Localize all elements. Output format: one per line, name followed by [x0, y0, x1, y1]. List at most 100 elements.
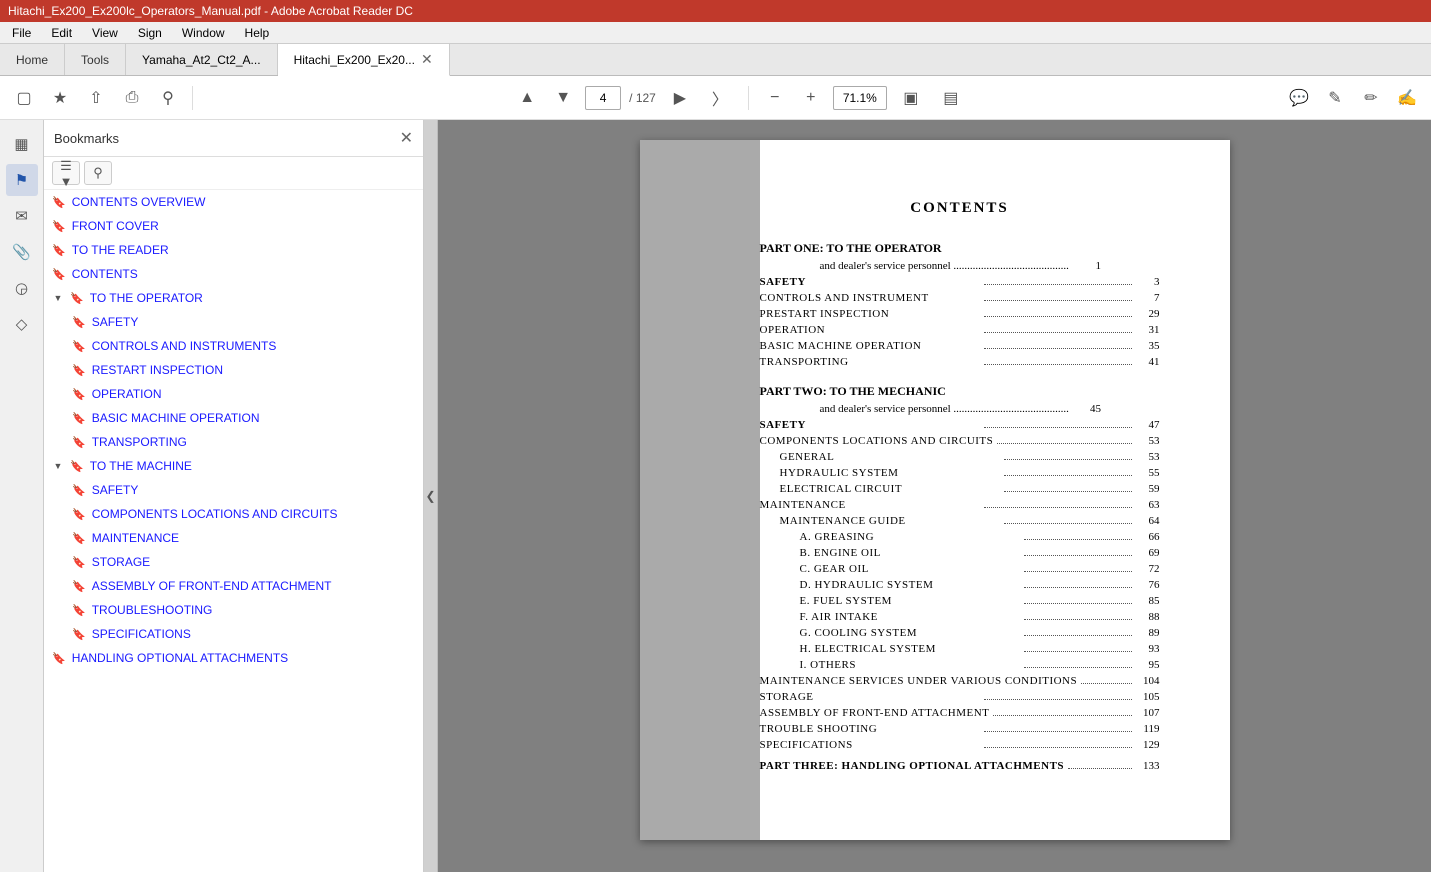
bookmark-operation-1[interactable]: 🔖 OPERATION: [44, 382, 423, 406]
bookmark-to-the-machine[interactable]: ▼ 🔖 TO THE MACHINE: [44, 454, 423, 478]
menu-edit[interactable]: Edit: [43, 24, 80, 42]
bookmark-label: TO THE OPERATOR: [90, 291, 203, 305]
zoom-level-input[interactable]: 71.1%: [833, 86, 887, 110]
bookmark-front-cover[interactable]: 🔖 FRONT COVER: [44, 214, 423, 238]
bookmark-restart-inspection[interactable]: 🔖 RESTART INSPECTION: [44, 358, 423, 382]
bookmark-icon: 🔖: [52, 244, 66, 257]
highlight-button[interactable]: ✎: [1319, 82, 1351, 114]
toc-prestart: PRESTART INSPECTION 29: [760, 307, 1160, 320]
pages-panel-button[interactable]: ▦: [6, 128, 38, 160]
toc-maintenance: MAINTENANCE 63: [760, 498, 1160, 511]
tab-close-icon[interactable]: ✕: [421, 51, 433, 68]
bookmark-storage[interactable]: 🔖 STORAGE: [44, 550, 423, 574]
bookmark-icon: 🔖: [72, 484, 86, 497]
toc-fuel-system: E. FUEL SYSTEM 85: [800, 594, 1160, 607]
tab-home[interactable]: Home: [0, 44, 65, 75]
page-total: / 127: [629, 91, 656, 105]
bookmarks-toolbar: ☰ ▼ ⚲: [44, 157, 423, 190]
bookmark-safety-1[interactable]: 🔖 SAFETY: [44, 310, 423, 334]
toc-air-intake: F. AIR INTAKE 88: [800, 610, 1160, 623]
bookmark-to-the-reader[interactable]: 🔖 TO THE READER: [44, 238, 423, 262]
bookmark-transporting[interactable]: 🔖 TRANSPORTING: [44, 430, 423, 454]
bookmark-safety-2[interactable]: 🔖 SAFETY: [44, 478, 423, 502]
main-area: ▦ ⚑ ✉ 📎 ◶ ◇ Bookmarks ✕ ☰ ▼ ⚲ 🔖 CONTENTS…: [0, 120, 1431, 872]
zoom-in-button[interactable]: +: [797, 84, 825, 112]
fit-page-button[interactable]: ▣: [895, 82, 927, 114]
page-number-input[interactable]: 4: [585, 86, 621, 110]
tags-panel-button[interactable]: ◇: [6, 308, 38, 340]
bookmark-handling-optional[interactable]: 🔖 HANDLING OPTIONAL ATTACHMENTS: [44, 646, 423, 670]
toc-others: I. OTHERS 95: [800, 658, 1160, 671]
bookmark-maintenance[interactable]: 🔖 MAINTENANCE: [44, 526, 423, 550]
tab-yamaha-label: Yamaha_At2_Ct2_A...: [142, 53, 261, 67]
zoom-out-button[interactable]: −: [761, 84, 789, 112]
bookmark-icon: 🔖: [72, 604, 86, 617]
pdf-content: CONTENTS PART ONE: TO THE OPERATOR and d…: [760, 200, 1160, 772]
layers-panel-button[interactable]: ◶: [6, 272, 38, 304]
bookmark-label: MAINTENANCE: [92, 531, 179, 545]
bookmark-label: CONTENTS: [72, 267, 138, 281]
comment-button[interactable]: 💬: [1283, 82, 1315, 114]
bookmark-icon: 🔖: [72, 532, 86, 545]
tab-yamaha[interactable]: Yamaha_At2_Ct2_A...: [126, 44, 278, 75]
bookmark-label: CONTENTS OVERVIEW: [72, 195, 206, 209]
bookmarks-panel-button[interactable]: ⚑: [6, 164, 38, 196]
toc-gear-oil: C. GEAR OIL 72: [800, 562, 1160, 575]
toc-transporting: TRANSPORTING 41: [760, 355, 1160, 368]
expand-icon[interactable]: ▼: [52, 460, 64, 472]
bookmark-contents-overview[interactable]: 🔖 CONTENTS OVERVIEW: [44, 190, 423, 214]
part2-heading: PART TWO: TO THE MECHANIC: [760, 384, 1160, 399]
tab-hitachi[interactable]: Hitachi_Ex200_Ex20... ✕: [278, 44, 450, 76]
sign-button[interactable]: ✍: [1391, 82, 1423, 114]
bookmark-basic-machine-op[interactable]: 🔖 BASIC MACHINE OPERATION: [44, 406, 423, 430]
fit-width-button[interactable]: ▤: [935, 82, 967, 114]
toc-electrical-system: H. ELECTRICAL SYSTEM 93: [800, 642, 1160, 655]
bookmark-icon: 🔖: [70, 292, 84, 305]
bookmark-label: BASIC MACHINE OPERATION: [92, 411, 260, 425]
bookmark-icon: 🔖: [52, 220, 66, 233]
bookmark-label: TROUBLESHOOTING: [92, 603, 213, 617]
print-button[interactable]: ⎙: [116, 82, 148, 114]
bookmark-troubleshooting[interactable]: 🔖 TROUBLESHOOTING: [44, 598, 423, 622]
bookmarks-list: 🔖 CONTENTS OVERVIEW 🔖 FRONT COVER 🔖 TO T…: [44, 190, 423, 872]
toolbar-sep-2: [748, 86, 749, 110]
attachments-panel-button[interactable]: 📎: [6, 236, 38, 268]
bookmark-label: SAFETY: [92, 315, 139, 329]
hand-tool-button[interactable]: 〉: [704, 82, 736, 114]
bookmark-add-button[interactable]: ★: [44, 82, 76, 114]
menu-sign[interactable]: Sign: [130, 24, 170, 42]
search-button[interactable]: ⚲: [152, 82, 184, 114]
toc-safety-1: SAFETY 3: [760, 275, 1160, 288]
new-button[interactable]: ▢: [8, 82, 40, 114]
expand-icon[interactable]: ▼: [52, 292, 64, 304]
home-button[interactable]: ⇧: [80, 82, 112, 114]
bookmark-icon: 🔖: [72, 556, 86, 569]
toc-general: GENERAL 53: [780, 450, 1160, 463]
page-up-button[interactable]: ▲: [513, 84, 541, 112]
bookmark-icon: 🔖: [52, 652, 66, 665]
draw-button[interactable]: ✏: [1355, 82, 1387, 114]
menu-window[interactable]: Window: [174, 24, 233, 42]
menu-help[interactable]: Help: [237, 24, 278, 42]
bookmarks-close-button[interactable]: ✕: [400, 128, 413, 148]
menu-view[interactable]: View: [84, 24, 126, 42]
menu-file[interactable]: File: [4, 24, 39, 42]
bookmark-to-the-operator[interactable]: ▼ 🔖 TO THE OPERATOR: [44, 286, 423, 310]
bookmarks-title: Bookmarks: [54, 131, 119, 146]
bookmarks-menu-button[interactable]: ☰ ▼: [52, 161, 80, 185]
bookmarks-search-button[interactable]: ⚲: [84, 161, 112, 185]
bookmark-assembly-front-end[interactable]: 🔖 ASSEMBLY OF FRONT-END ATTACHMENT: [44, 574, 423, 598]
bookmark-components-locations[interactable]: 🔖 COMPONENTS LOCATIONS AND CIRCUITS: [44, 502, 423, 526]
pdf-grey-bar: [640, 140, 760, 840]
cursor-tool-button[interactable]: ▶: [664, 82, 696, 114]
tab-tools[interactable]: Tools: [65, 44, 126, 75]
tab-tools-label: Tools: [81, 53, 109, 67]
page-down-button[interactable]: ▼: [549, 84, 577, 112]
panel-collapse-handle[interactable]: ❮: [424, 120, 438, 872]
bookmark-specifications[interactable]: 🔖 SPECIFICATIONS: [44, 622, 423, 646]
bookmark-contents[interactable]: 🔖 CONTENTS: [44, 262, 423, 286]
bookmark-controls-instruments[interactable]: 🔖 CONTROLS AND INSTRUMENTS: [44, 334, 423, 358]
toc-part-three: PART THREE: HANDLING OPTIONAL ATTACHMENT…: [760, 759, 1160, 772]
tab-home-label: Home: [16, 53, 48, 67]
annotations-panel-button[interactable]: ✉: [6, 200, 38, 232]
